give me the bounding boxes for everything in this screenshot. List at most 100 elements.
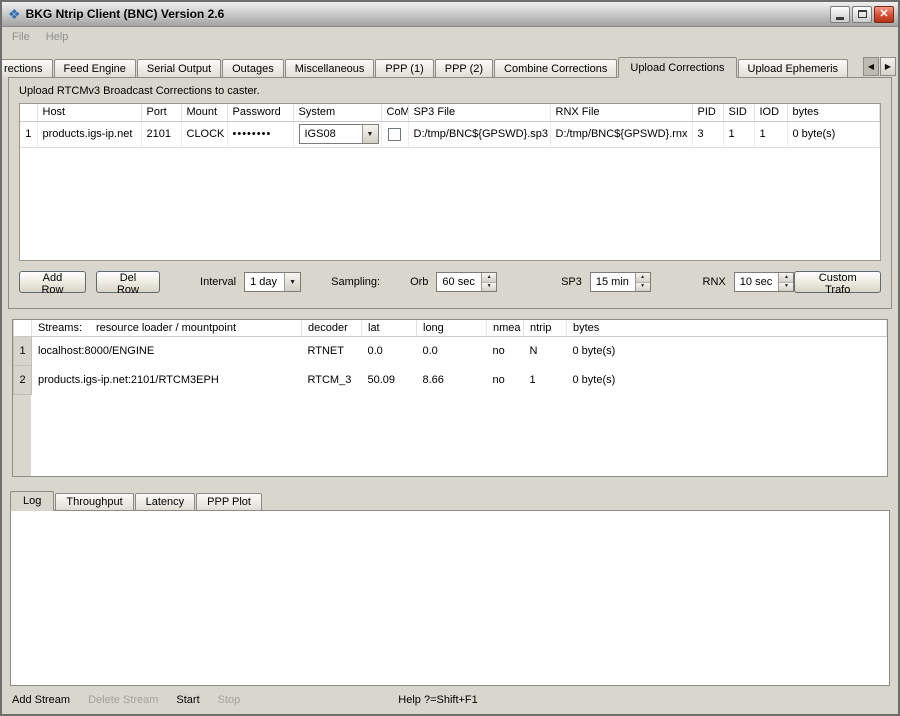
spin-down-icon[interactable]: ▼: [779, 283, 793, 292]
tab-scroll-right-button[interactable]: ▶: [880, 57, 896, 76]
rnx-label: RNX: [703, 276, 726, 288]
rnx-spinbox-value: 10 sec: [735, 276, 779, 288]
cell-sid[interactable]: 1: [723, 121, 754, 147]
orb-spinbox[interactable]: 60 sec ▲▼: [436, 272, 497, 292]
header-port: Port: [141, 104, 181, 121]
stream-ntrip[interactable]: N: [524, 337, 567, 366]
upload-table-frame: Host Port Mount Password System CoM SP3 …: [19, 103, 881, 261]
system-combobox[interactable]: IGS08 ▼: [299, 124, 379, 144]
cell-com: [381, 121, 408, 147]
rnx-spinbox[interactable]: 10 sec ▲▼: [734, 272, 795, 292]
stream-ntrip[interactable]: 1: [524, 366, 567, 395]
tab-serial-output[interactable]: Serial Output: [137, 59, 221, 77]
stream-decoder[interactable]: RTNET: [302, 337, 362, 366]
header-iod: IOD: [754, 104, 787, 121]
tab-upload-corrections[interactable]: Upload Corrections: [618, 57, 736, 78]
streams-header-gutter: [14, 320, 32, 337]
orb-label: Orb: [410, 276, 428, 288]
tab-latency[interactable]: Latency: [135, 493, 196, 510]
tab-ppp-2[interactable]: PPP (2): [435, 59, 493, 77]
tab-throughput[interactable]: Throughput: [55, 493, 133, 510]
delete-stream-button[interactable]: Delete Stream: [88, 694, 158, 706]
spin-up-icon[interactable]: ▲: [636, 273, 650, 283]
cell-mount[interactable]: CLOCK: [181, 121, 227, 147]
stream-mountpoint[interactable]: localhost:8000/ENGINE: [32, 337, 302, 366]
tab-miscellaneous[interactable]: Miscellaneous: [285, 59, 375, 77]
stream-bytes: 0 byte(s): [567, 366, 887, 395]
stream-lat[interactable]: 0.0: [362, 337, 417, 366]
stream-nmea[interactable]: no: [487, 366, 524, 395]
add-stream-button[interactable]: Add Stream: [12, 694, 70, 706]
streams-header-ntrip: ntrip: [524, 320, 567, 337]
stream-long[interactable]: 0.0: [417, 337, 487, 366]
stream-nmea[interactable]: no: [487, 337, 524, 366]
minimize-icon: [836, 17, 844, 20]
cell-iod[interactable]: 1: [754, 121, 787, 147]
stream-decoder[interactable]: RTCM_3: [302, 366, 362, 395]
maximize-icon: [858, 10, 867, 18]
stream-long[interactable]: 8.66: [417, 366, 487, 395]
header-gutter: [20, 104, 37, 121]
row-index: 1: [20, 121, 37, 147]
cell-host[interactable]: products.igs-ip.net: [37, 121, 141, 147]
tab-upload-ephemeris[interactable]: Upload Ephemeris: [738, 59, 849, 77]
system-combobox-value: IGS08: [300, 128, 362, 140]
header-rnx-file: RNX File: [550, 104, 692, 121]
app-icon: ❖: [8, 7, 21, 21]
spin-up-icon[interactable]: ▲: [779, 273, 793, 283]
del-row-button[interactable]: Del Row: [96, 271, 160, 293]
tab-feed-engine[interactable]: Feed Engine: [54, 59, 136, 77]
com-checkbox[interactable]: [388, 128, 401, 141]
chevron-down-icon[interactable]: ▼: [362, 125, 378, 143]
maximize-button[interactable]: [852, 6, 872, 23]
tab-log[interactable]: Log: [10, 491, 54, 511]
sampling-label: Sampling:: [331, 276, 380, 288]
add-row-button[interactable]: Add Row: [19, 271, 86, 293]
streams-header-row: Streams:resource loader / mountpoint dec…: [14, 320, 887, 337]
tab-scroll-left-button[interactable]: ◀: [863, 57, 879, 76]
tab-ppp-plot[interactable]: PPP Plot: [196, 493, 262, 510]
start-button[interactable]: Start: [176, 694, 199, 706]
minimize-button[interactable]: [830, 6, 850, 23]
help-hint-label: Help ?=Shift+F1: [398, 694, 478, 706]
close-button[interactable]: ✕: [874, 6, 894, 23]
menu-file[interactable]: File: [12, 31, 30, 48]
streams-table: Streams:resource loader / mountpoint dec…: [13, 320, 887, 395]
stream-mountpoint[interactable]: products.igs-ip.net:2101/RTCM3EPH: [32, 366, 302, 395]
upload-table-row: 1 products.igs-ip.net 2101 CLOCK •••••••…: [20, 121, 880, 147]
cell-rnx-file[interactable]: D:/tmp/BNC${GPSWD}.rnx: [550, 121, 692, 147]
header-com: CoM: [381, 104, 408, 121]
stream-bytes: 0 byte(s): [567, 337, 887, 366]
cell-pid[interactable]: 3: [692, 121, 723, 147]
sp3-label: SP3: [561, 276, 582, 288]
interval-combobox[interactable]: 1 day ▼: [244, 272, 301, 292]
menubar: File Help: [2, 27, 898, 48]
menu-help[interactable]: Help: [46, 31, 69, 48]
sp3-spinbox[interactable]: 15 min ▲▼: [590, 272, 651, 292]
spin-up-icon[interactable]: ▲: [482, 273, 496, 283]
header-mount: Mount: [181, 104, 227, 121]
stream-lat[interactable]: 50.09: [362, 366, 417, 395]
spin-down-icon[interactable]: ▼: [482, 283, 496, 292]
custom-trafo-button[interactable]: Custom Trafo: [794, 271, 881, 293]
cell-port[interactable]: 2101: [141, 121, 181, 147]
cell-sp3-file[interactable]: D:/tmp/BNC${GPSWD}.sp3: [408, 121, 550, 147]
pane-description: Upload RTCMv3 Broadcast Corrections to c…: [19, 85, 881, 97]
header-pid: PID: [692, 104, 723, 121]
spin-down-icon[interactable]: ▼: [636, 283, 650, 292]
streams-header-decoder: decoder: [302, 320, 362, 337]
tab-broadcast-corrections[interactable]: rections: [0, 59, 53, 77]
streams-header-nmea: nmea: [487, 320, 524, 337]
spinner-buttons[interactable]: ▲▼: [481, 273, 496, 291]
tab-ppp-1[interactable]: PPP (1): [375, 59, 433, 77]
streams-header-long: long: [417, 320, 487, 337]
cell-password[interactable]: ••••••••: [227, 121, 293, 147]
spinner-buttons[interactable]: ▲▼: [778, 273, 793, 291]
spinner-buttons[interactable]: ▲▼: [635, 273, 650, 291]
tab-outages[interactable]: Outages: [222, 59, 284, 77]
log-output-area: [10, 510, 890, 686]
chevron-down-icon[interactable]: ▼: [284, 273, 300, 291]
stop-button[interactable]: Stop: [218, 694, 241, 706]
tab-combine-corrections[interactable]: Combine Corrections: [494, 59, 617, 77]
tab-strip: rections Feed Engine Serial Output Outag…: [2, 55, 898, 77]
